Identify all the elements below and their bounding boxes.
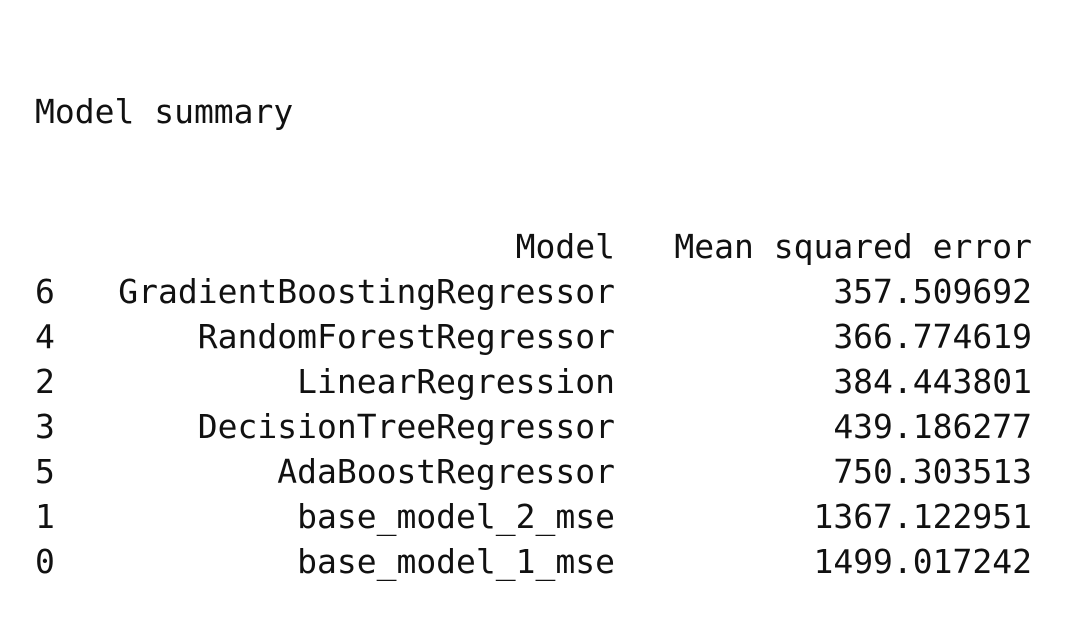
console-output: Model summary Model Mean squared error 6… — [35, 0, 1032, 629]
model-name: RandomForestRegressor — [197, 317, 615, 356]
model-name: LinearRegression — [297, 362, 615, 401]
row-index: 0 — [35, 542, 55, 581]
row-index: 3 — [35, 407, 55, 446]
model-column-header: Model — [515, 227, 615, 266]
mse-value: 384.443801 — [833, 362, 1032, 401]
table-row: 0 base_model_1_mse 1499.017242 — [35, 539, 1032, 584]
model-name: base_model_1_mse — [297, 542, 615, 581]
row-index: 5 — [35, 452, 55, 491]
output-title: Model summary — [35, 92, 294, 131]
model-name: DecisionTreeRegressor — [197, 407, 615, 446]
table-header-row: Model Mean squared error — [35, 224, 1032, 269]
row-index: 4 — [35, 317, 55, 356]
mse-value: 439.186277 — [833, 407, 1032, 446]
row-index: 6 — [35, 272, 55, 311]
mse-value: 750.303513 — [833, 452, 1032, 491]
model-name: base_model_2_mse — [297, 497, 615, 536]
model-summary-table: Model Mean squared error 6 GradientBoost… — [35, 224, 1032, 584]
model-name: GradientBoostingRegressor — [118, 272, 615, 311]
table-row: 6 GradientBoostingRegressor 357.509692 — [35, 269, 1032, 314]
row-index: 1 — [35, 497, 55, 536]
mse-value: 366.774619 — [833, 317, 1032, 356]
mse-value: 1499.017242 — [813, 542, 1032, 581]
mse-column-header: Mean squared error — [674, 227, 1032, 266]
table-row: 3 DecisionTreeRegressor 439.186277 — [35, 404, 1032, 449]
table-row: 2 LinearRegression 384.443801 — [35, 359, 1032, 404]
table-row: 5 AdaBoostRegressor 750.303513 — [35, 449, 1032, 494]
model-name: AdaBoostRegressor — [277, 452, 615, 491]
row-index: 2 — [35, 362, 55, 401]
mse-value: 357.509692 — [833, 272, 1032, 311]
index-header — [35, 224, 95, 269]
table-row: 4 RandomForestRegressor 366.774619 — [35, 314, 1032, 359]
table-row: 1 base_model_2_mse 1367.122951 — [35, 494, 1032, 539]
mse-value: 1367.122951 — [813, 497, 1032, 536]
